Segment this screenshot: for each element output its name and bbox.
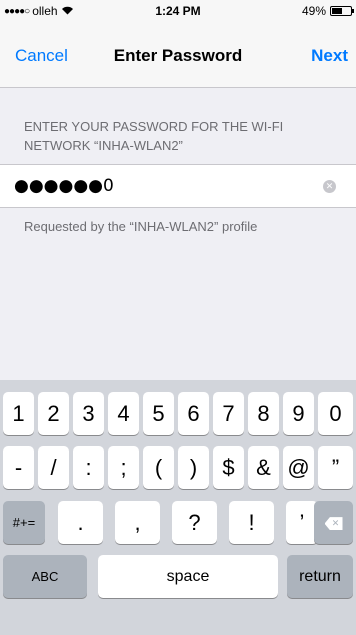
key-period[interactable]: . xyxy=(58,501,103,544)
key-5[interactable]: 5 xyxy=(143,392,174,435)
key-exclamation[interactable]: ! xyxy=(229,501,274,544)
delete-icon: ✕ xyxy=(324,517,343,531)
key-7[interactable]: 7 xyxy=(213,392,244,435)
key-4[interactable]: 4 xyxy=(108,392,139,435)
key-dollar[interactable]: $ xyxy=(213,446,244,489)
key-3[interactable]: 3 xyxy=(73,392,104,435)
status-bar: ●●●●○ olleh 1:24 PM 49% xyxy=(0,0,356,22)
password-cell[interactable]: ✕ xyxy=(0,164,356,208)
clear-text-icon[interactable]: ✕ xyxy=(323,180,336,193)
next-button[interactable]: Next xyxy=(311,46,348,66)
battery-icon xyxy=(330,6,354,16)
keyboard: 1 2 3 4 5 6 7 8 9 0 - / : ; ( ) $ & @ ” … xyxy=(0,380,356,635)
key-at[interactable]: @ xyxy=(283,446,314,489)
return-key[interactable]: return xyxy=(287,555,353,598)
key-ampersand[interactable]: & xyxy=(248,446,279,489)
key-slash[interactable]: / xyxy=(38,446,69,489)
key-open-paren[interactable]: ( xyxy=(143,446,174,489)
battery-status: 49% xyxy=(301,4,354,18)
delete-key[interactable]: ✕ xyxy=(314,501,353,544)
key-semicolon[interactable]: ; xyxy=(108,446,139,489)
symbols-toggle-key[interactable]: #+= xyxy=(3,501,45,544)
password-section-header: ENTER YOUR PASSWORD FOR THE WI-FI NETWOR… xyxy=(24,119,284,153)
battery-percent: 49% xyxy=(301,4,326,18)
key-8[interactable]: 8 xyxy=(248,392,279,435)
key-0[interactable]: 0 xyxy=(318,392,353,435)
abc-key[interactable]: ABC xyxy=(3,555,87,598)
cancel-button[interactable]: Cancel xyxy=(15,46,68,66)
key-comma[interactable]: , xyxy=(115,501,160,544)
profile-note: Requested by the “INHA-WLAN2” profile xyxy=(24,219,258,234)
key-colon[interactable]: : xyxy=(73,446,104,489)
password-field[interactable] xyxy=(14,174,314,198)
navigation-bar: Cancel Enter Password Next xyxy=(0,22,356,88)
key-9[interactable]: 9 xyxy=(283,392,314,435)
space-key[interactable]: space xyxy=(98,555,278,598)
key-6[interactable]: 6 xyxy=(178,392,209,435)
key-quote[interactable]: ” xyxy=(318,446,353,489)
key-1[interactable]: 1 xyxy=(3,392,34,435)
key-question[interactable]: ? xyxy=(172,501,217,544)
key-close-paren[interactable]: ) xyxy=(178,446,209,489)
key-hyphen[interactable]: - xyxy=(3,446,34,489)
key-2[interactable]: 2 xyxy=(38,392,69,435)
